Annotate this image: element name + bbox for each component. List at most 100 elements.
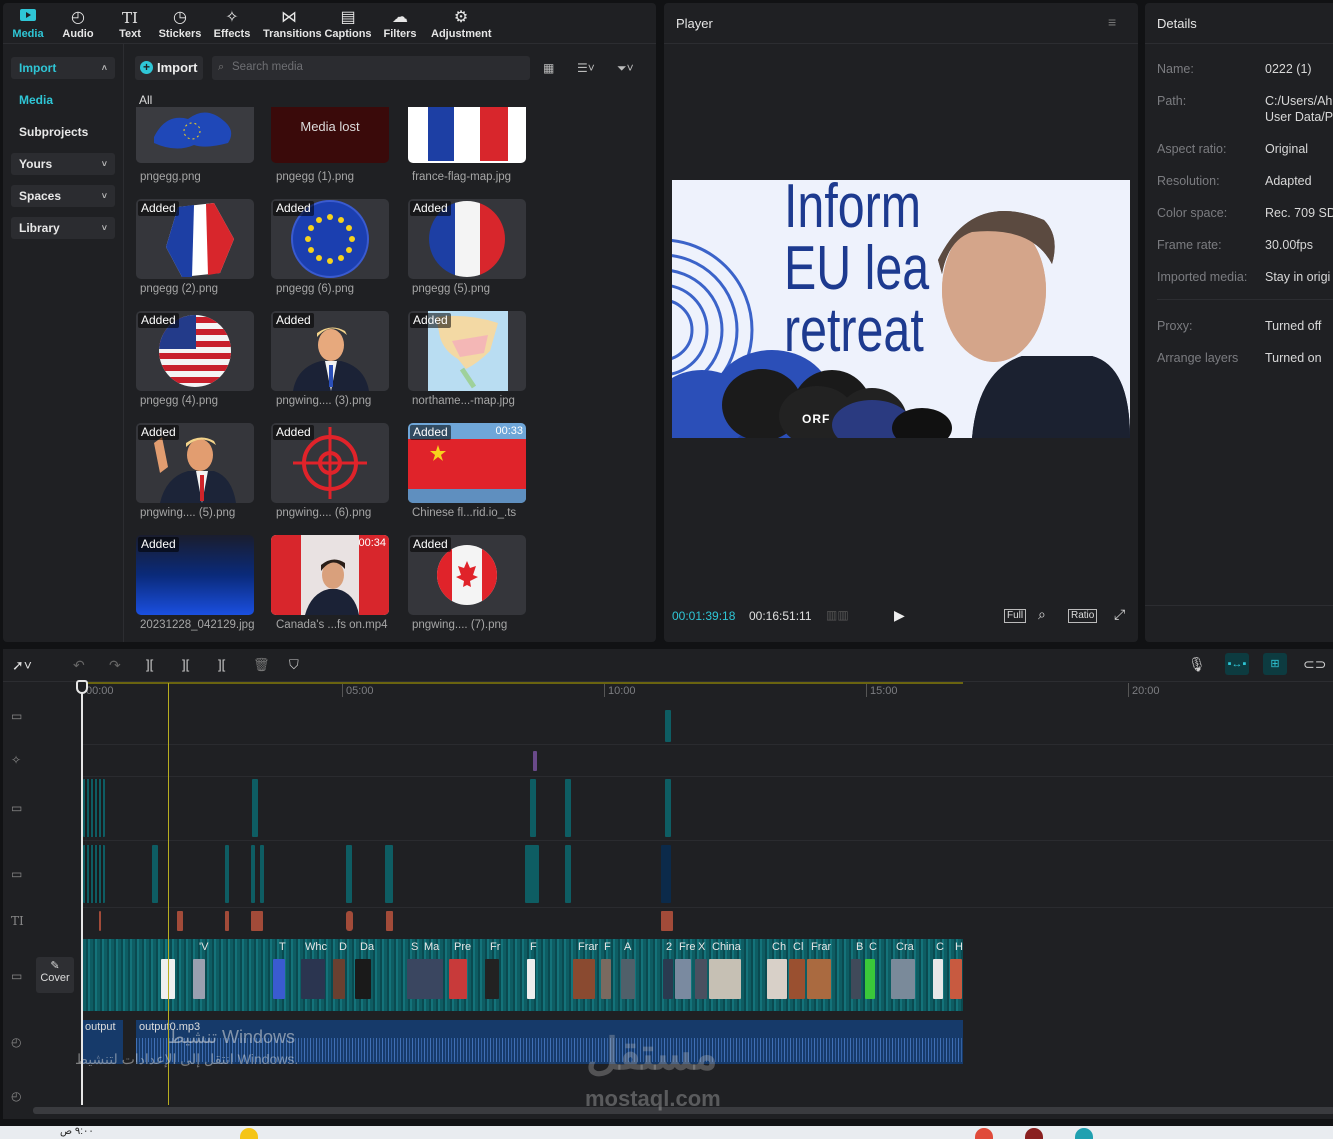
media-tile[interactable]: Added (136, 199, 254, 279)
media-tile[interactable]: Added 00:33 (408, 423, 526, 503)
clip-thumbnail (807, 959, 831, 999)
clip-thumbnail (273, 959, 285, 999)
redo-icon[interactable]: ↷ (109, 657, 121, 674)
timeline-clip[interactable] (260, 845, 264, 903)
text-clip[interactable] (661, 911, 673, 931)
tool-transitions[interactable]: ⋈ Transitions (263, 8, 322, 40)
zoom-icon[interactable]: ⌕ (1038, 606, 1046, 623)
play-icon[interactable]: ▶ (894, 607, 905, 624)
media-tile[interactable]: Added (271, 199, 389, 279)
shield-icon[interactable]: ⛉ (289, 657, 299, 673)
taskbar-app-icon[interactable] (1025, 1128, 1043, 1139)
media-tile[interactable] (408, 107, 526, 163)
timeline-clip[interactable] (251, 845, 255, 903)
edit-icon: ✎ (50, 960, 60, 972)
details-section-divider (1157, 299, 1333, 300)
microphone-icon[interactable]: 🎙 (1188, 656, 1206, 673)
timeline-clip[interactable] (565, 779, 571, 837)
timeline-clip[interactable] (661, 845, 671, 903)
media-tile-lost[interactable]: Media lost (271, 107, 389, 163)
media-tile[interactable]: Added (136, 311, 254, 391)
top-toolbar: Media ◴ Audio TI Text ◷ Stickers ✧ Effec… (3, 3, 656, 43)
timeline-clip[interactable] (152, 845, 158, 903)
split-left-icon[interactable]: ][ (182, 657, 189, 672)
link-icon[interactable]: ⊂⊃ (1303, 656, 1326, 673)
timeline-clip[interactable] (525, 845, 539, 903)
full-button[interactable]: Full (1004, 609, 1027, 623)
media-tile[interactable]: 00:34 (271, 535, 389, 615)
filter-icon[interactable]: ⏷˅ (617, 61, 634, 76)
timeline-clip[interactable] (385, 845, 393, 903)
track-separator (83, 907, 1333, 908)
timecode-format-icon[interactable]: ▥▥ (826, 608, 849, 622)
taskbar-app-icon[interactable] (240, 1128, 258, 1139)
timeline-clip[interactable] (565, 845, 571, 903)
ruler-label: 15:00 (870, 685, 898, 697)
tool-media[interactable]: Media (3, 8, 54, 40)
search-input[interactable]: ⌕ Search media (212, 56, 530, 80)
taskbar-app-icon[interactable] (1075, 1128, 1093, 1139)
timeline-clip[interactable] (346, 845, 352, 903)
timeline-clip[interactable] (530, 779, 536, 837)
media-tile[interactable] (136, 107, 254, 163)
cover-button[interactable]: ✎ Cover (36, 957, 74, 993)
sort-icon[interactable]: ☰˅ (577, 61, 595, 75)
tool-adjustment[interactable]: ⚙ Adjustment (431, 8, 492, 40)
split-icon[interactable]: ][ (146, 657, 153, 672)
timeline-clip[interactable] (252, 779, 258, 837)
media-tile[interactable]: Added (136, 535, 254, 615)
timeline-clip[interactable] (83, 779, 105, 837)
clip-thumbnail (333, 959, 345, 999)
playhead-handle[interactable] (76, 680, 88, 694)
text-clip[interactable] (346, 911, 353, 931)
clip-thumbnail (355, 959, 371, 999)
magnet-toggle[interactable]: ▪↔▪ (1225, 653, 1249, 675)
media-tile[interactable]: Added (271, 423, 389, 503)
menu-icon[interactable]: ≡ (1108, 14, 1116, 30)
adjustment-icon: ⚙ (453, 9, 469, 26)
clip-thumbnail (193, 959, 205, 999)
brand-logo: مستقل (586, 1030, 718, 1079)
media-tile[interactable]: Added (136, 423, 254, 503)
filter-all-label[interactable]: All (139, 93, 152, 107)
sidebar-item-import[interactable]: Import ˄ (11, 57, 115, 79)
text-clip[interactable] (251, 911, 263, 931)
video-preview[interactable]: Inform EU lea retreat ORF (672, 180, 1130, 438)
track-separator (83, 744, 1333, 745)
text-clip[interactable] (177, 911, 183, 931)
tool-text[interactable]: TI Text (104, 8, 156, 40)
playhead[interactable] (81, 681, 83, 1105)
media-tile[interactable]: Added (408, 199, 526, 279)
taskbar: ٩:٠٠ ص (0, 1126, 1333, 1139)
filters-icon: ☁ (392, 9, 408, 26)
timeline-clip[interactable] (83, 845, 105, 903)
text-clip[interactable] (386, 911, 393, 931)
text-clip[interactable] (99, 911, 101, 931)
ratio-button[interactable]: Ratio (1068, 609, 1098, 623)
timeline-clip[interactable] (665, 710, 671, 742)
clip-thumbnail (767, 959, 787, 999)
import-button[interactable]: + Import (135, 56, 203, 80)
tool-effects[interactable]: ✧ Effects (206, 8, 258, 40)
undo-icon[interactable]: ↶ (73, 657, 85, 674)
tool-captions[interactable]: ▤ Captions (322, 8, 374, 40)
media-tile[interactable]: Added (408, 311, 526, 391)
timeline-clip[interactable] (665, 779, 671, 837)
delete-icon[interactable]: 🗑 (253, 657, 270, 673)
tool-audio[interactable]: ◴ Audio (52, 8, 104, 40)
select-tool-icon[interactable]: ➚˅ (12, 657, 32, 674)
clip-thumbnail (601, 959, 611, 999)
video-track-icon: ▭ (11, 709, 23, 723)
taskbar-app-icon[interactable] (975, 1128, 993, 1139)
media-tile[interactable]: Added (271, 311, 389, 391)
text-clip[interactable] (225, 911, 229, 931)
sticker-clip[interactable] (533, 751, 537, 771)
timeline-clip[interactable] (225, 845, 229, 903)
media-tile[interactable]: Added (408, 535, 526, 615)
tool-filters[interactable]: ☁ Filters (374, 8, 426, 40)
linkage-toggle[interactable]: ⊞ (1263, 653, 1287, 675)
fullscreen-icon[interactable]: ⤢ (1114, 606, 1125, 623)
tool-stickers[interactable]: ◷ Stickers (154, 8, 206, 40)
split-right-icon[interactable]: ][ (218, 657, 225, 672)
grid-view-icon[interactable]: ▦ (543, 61, 554, 75)
